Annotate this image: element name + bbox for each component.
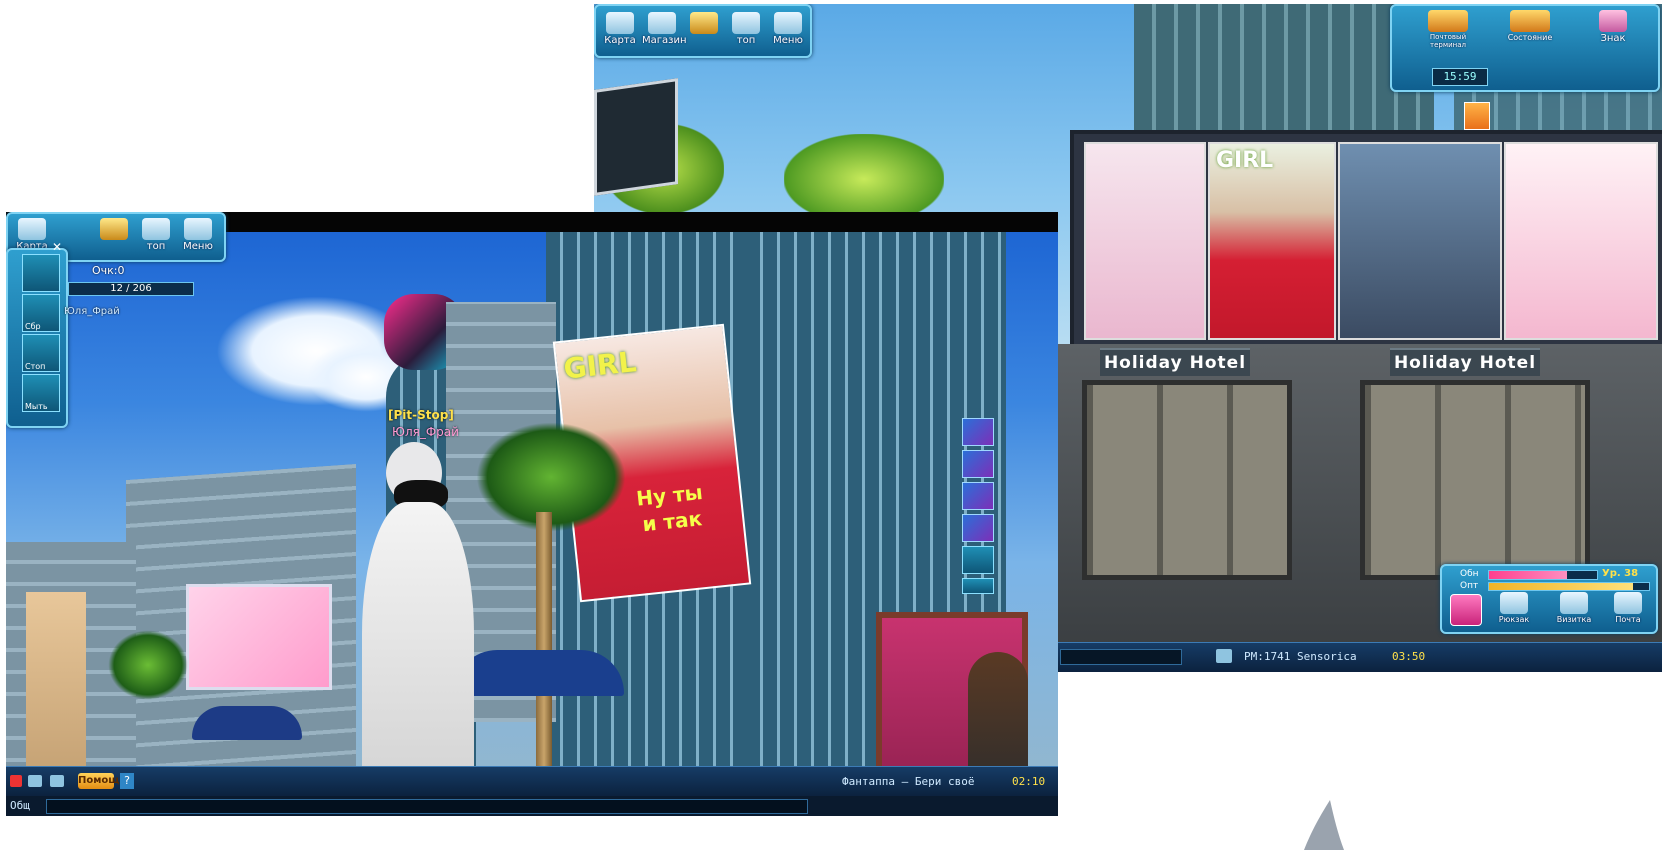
character-guild-tag: [Pit-Stop]	[388, 408, 454, 422]
sound-icon[interactable]	[28, 775, 42, 787]
menu-button-menu[interactable]: Меню	[768, 12, 808, 50]
chat-input-back[interactable]	[1060, 649, 1182, 665]
action-slot-2[interactable]: Сбр	[22, 294, 60, 332]
emote-slot[interactable]	[962, 482, 994, 510]
action-slot-label: Мыть	[25, 402, 48, 411]
menu-button-stall-front[interactable]	[94, 218, 134, 256]
emote-slot[interactable]	[962, 418, 994, 446]
menu-icon	[184, 218, 212, 240]
trophy-icon	[142, 218, 170, 240]
emote-slot-column	[962, 418, 994, 594]
menu-button-top[interactable]: топ	[726, 12, 766, 50]
couple-icon	[1599, 10, 1627, 32]
poster-couple	[1338, 142, 1502, 340]
chat-line-front: Фантаппа – Бери своё	[842, 775, 975, 788]
blue-umbrella-left	[192, 706, 302, 740]
game-clock: 15:59	[1432, 68, 1488, 86]
menu-button-menu-front[interactable]: Меню	[178, 218, 218, 256]
hp-gauge	[1488, 570, 1598, 580]
menu-button-top-front[interactable]: топ	[136, 218, 176, 256]
shop-stall-icon	[100, 218, 128, 240]
exp-label: Опт	[1460, 581, 1479, 591]
decorative-fin	[1304, 800, 1344, 850]
palm-leaf	[784, 134, 944, 224]
hp-gauge-fill	[1489, 571, 1567, 579]
status-panel: Обн Ур. 38 Опт Рюкзак Визитка Почта	[1440, 564, 1658, 634]
business-card-button[interactable]: Визитка	[1554, 592, 1594, 630]
action-slot-label: Стоп	[25, 362, 46, 371]
poster-girls	[1084, 142, 1206, 340]
progress-gauge: 12 / 206	[68, 282, 194, 296]
action-slot-label: Сбр	[25, 322, 41, 331]
hp-label: Обн	[1460, 569, 1479, 579]
exp-gauge-fill	[1489, 583, 1633, 590]
score-label: Очк:0	[92, 264, 125, 277]
backpack-icon	[1500, 592, 1528, 614]
emote-slot-empty[interactable]	[962, 546, 994, 574]
emote-slot[interactable]	[962, 514, 994, 542]
mail-button[interactable]: Почта	[1608, 592, 1648, 630]
hotel-sign-left: Holiday Hotel	[1100, 348, 1250, 376]
top-right-panel: Почтовый терминал Состояние Знак 15:59	[1390, 4, 1660, 92]
camera-icon[interactable]	[50, 775, 64, 787]
map-icon	[18, 218, 46, 240]
question-icon[interactable]: ?	[120, 773, 134, 789]
profile-avatar-button[interactable]	[1450, 594, 1482, 626]
top-menu-bar: Карта Магазин топ Меню	[594, 4, 812, 58]
chat-line-back: PM:1741 Sensorica	[1244, 650, 1357, 663]
letterbox-bottom	[6, 816, 1058, 850]
status-button[interactable]: Состояние	[1502, 10, 1558, 48]
mail-icon	[1614, 592, 1642, 614]
action-slot-3[interactable]: Стоп	[22, 334, 60, 372]
shop-cart-icon	[648, 12, 676, 34]
mail-terminal-button[interactable]: Почтовый терминал	[1420, 10, 1476, 49]
magazine-headline: Ну ты и так	[635, 479, 704, 537]
trophy-icon	[732, 12, 760, 34]
pink-billboard	[186, 584, 332, 690]
chat-time-front: 02:10	[1012, 775, 1046, 788]
exit-icon[interactable]	[10, 775, 22, 787]
progress-text: 12 / 206	[110, 283, 152, 294]
menu-icon	[774, 12, 802, 34]
bottom-toolbar: Помощ ? Фантаппа – Бери своё 02:10	[6, 766, 1058, 797]
poster-girl-magazine: GIRL	[1208, 142, 1336, 340]
chat-time-back: 03:50	[1392, 650, 1426, 663]
menu-button-map[interactable]: Карта	[600, 12, 640, 50]
action-side-panel: Сбр Стоп Мыть ✕	[6, 240, 68, 428]
close-icon[interactable]: ✕	[52, 240, 62, 254]
chat-input[interactable]	[46, 799, 808, 814]
side-player-name: Юля_Фрай	[64, 306, 120, 317]
help-button[interactable]: Помощ	[78, 773, 119, 789]
poster-billboard: GIRL	[1070, 130, 1662, 352]
action-slot-1[interactable]	[22, 254, 60, 292]
chat-input-row: Общ	[6, 796, 1058, 816]
billboard-frame-left	[594, 78, 678, 196]
shop-stall-icon	[690, 12, 718, 34]
emote-pager[interactable]	[962, 578, 994, 594]
chat-channel[interactable]: Общ	[10, 799, 30, 812]
exp-gauge	[1488, 582, 1650, 591]
backpack-button[interactable]: Рюкзак	[1494, 592, 1534, 630]
poster-magazine-brand: GIRL	[1216, 148, 1274, 173]
chat-bar-back: PM:1741 Sensorica 03:50	[1054, 642, 1662, 672]
game-screenshot-front: GIRL Ну ты и так [Pit-Stop] Юля_Фрай Кар…	[6, 212, 1058, 850]
action-slot-4[interactable]: Мыть	[22, 374, 60, 412]
level-label: Ур. 38	[1602, 568, 1639, 579]
character-name: Юля_Фрай	[392, 425, 459, 439]
menu-button-shop[interactable]: Магазин	[642, 12, 687, 50]
status-wings-icon	[1510, 10, 1550, 32]
hotel-window-left	[1082, 380, 1292, 580]
menu-button-stall[interactable]	[684, 12, 724, 50]
hotel-sign-right: Holiday Hotel	[1390, 348, 1540, 376]
hotel-window-right	[1360, 380, 1590, 580]
emote-slot[interactable]	[962, 450, 994, 478]
poster-winged-girl	[1504, 142, 1658, 340]
couple-button[interactable]: Знак	[1588, 10, 1638, 48]
mail-terminal-icon	[1428, 10, 1468, 32]
gift-box-icon[interactable]	[1464, 102, 1490, 130]
palm-tree-small	[108, 630, 188, 700]
sound-icon[interactable]	[1216, 649, 1232, 663]
map-icon	[606, 12, 634, 34]
business-card-icon	[1560, 592, 1588, 614]
